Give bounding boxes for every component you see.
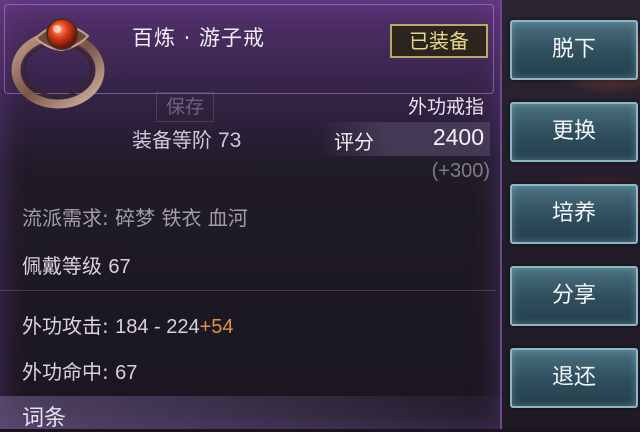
attack-stat: 外功攻击: 184 - 224+54 xyxy=(22,310,234,339)
item-name: 百炼 · 游子戒 xyxy=(132,26,266,50)
return-button[interactable]: 退还 xyxy=(510,348,638,408)
attack-bonus: +54 xyxy=(199,316,234,338)
unequip-button[interactable]: 脱下 xyxy=(510,20,638,80)
wear-level-label: 佩戴等级 xyxy=(22,254,102,278)
wear-level: 佩戴等级 67 xyxy=(22,250,131,279)
save-button[interactable]: 保存 xyxy=(156,92,214,122)
equipment-tier: 装备等阶 73 xyxy=(132,124,241,153)
score-label: 评分 xyxy=(334,130,374,154)
attack-label: 外功攻击: xyxy=(22,314,109,338)
school-requirement: 流派需求: 碎梦 铁衣 血河 xyxy=(22,206,248,230)
replace-button-label: 更换 xyxy=(551,119,596,144)
cultivate-button[interactable]: 培养 xyxy=(510,184,638,244)
score-row: 评分 2400 xyxy=(318,122,490,156)
cultivate-button-label: 培养 xyxy=(551,201,596,226)
score-delta: (+300) xyxy=(431,160,490,182)
hit-label: 外功命中: xyxy=(22,360,109,384)
tier-value: 73 xyxy=(218,129,242,152)
ring-icon xyxy=(11,18,105,109)
attack-value: 184 - 224 xyxy=(115,316,200,338)
item-tooltip-panel: 百炼 · 游子戒 已装备 保存 外功戒指 装备等阶 73 评分 2400 (+30… xyxy=(0,0,502,431)
tier-label: 装备等阶 xyxy=(132,128,212,152)
share-button-label: 分享 xyxy=(551,283,596,308)
hit-stat: 外功命中: 67 xyxy=(22,356,137,385)
equipped-badge: 已装备 xyxy=(390,24,488,58)
return-button-label: 退还 xyxy=(551,365,596,390)
divider xyxy=(0,290,496,291)
wear-level-value: 67 xyxy=(108,256,131,278)
share-button[interactable]: 分享 xyxy=(510,266,638,326)
hit-value: 67 xyxy=(115,362,138,384)
item-type: 外功戒指 xyxy=(407,96,484,118)
score-value: 2400 xyxy=(432,124,484,150)
entries-header: 词条 xyxy=(0,396,500,431)
replace-button[interactable]: 更换 xyxy=(510,102,638,162)
unequip-button-label: 脱下 xyxy=(551,37,596,62)
entries-label: 词条 xyxy=(22,406,67,431)
